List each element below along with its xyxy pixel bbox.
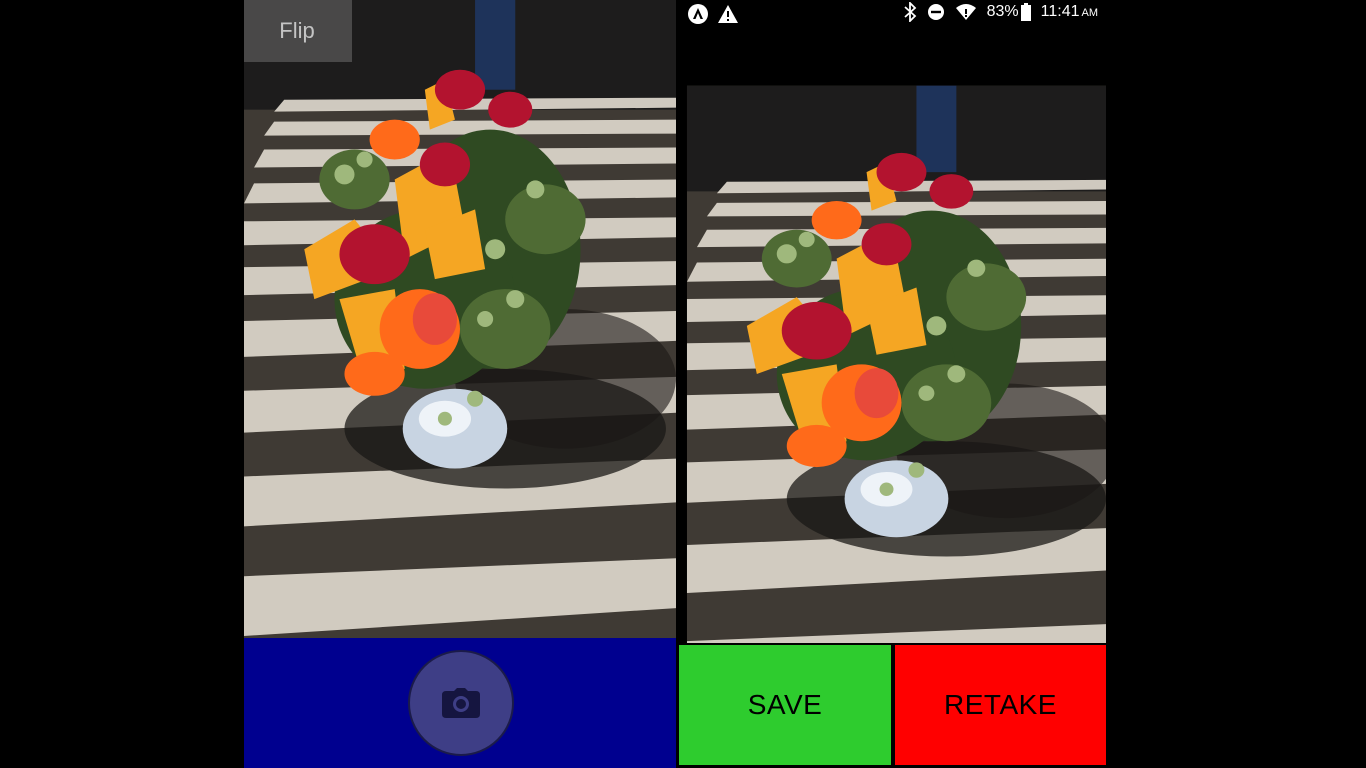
retake-button[interactable]: RETAKE — [895, 645, 1106, 765]
battery-icon — [1020, 3, 1031, 21]
camera-screen: Flip — [244, 0, 676, 768]
clock-ampm: AM — [1081, 7, 1099, 19]
save-button[interactable]: SAVE — [679, 645, 891, 765]
status-clock: 11:41 AM — [1041, 3, 1098, 21]
warning-icon — [718, 5, 738, 23]
clock-time: 11:41 — [1040, 3, 1080, 20]
shutter-button[interactable] — [408, 650, 514, 756]
preview-screen: 83% 11:41 AM SAVE RETAKE — [677, 0, 1106, 768]
flip-camera-button[interactable]: Flip — [244, 0, 352, 62]
wifi-icon — [955, 4, 976, 20]
app-notification-icon — [688, 4, 708, 24]
preview-actions: SAVE RETAKE — [677, 643, 1106, 768]
capture-bar — [244, 638, 676, 768]
captured-photo-preview — [677, 28, 1106, 643]
camera-icon — [442, 688, 480, 718]
camera-viewfinder — [244, 0, 676, 638]
do-not-disturb-icon — [927, 4, 944, 20]
status-bar: 83% 11:41 AM — [677, 0, 1106, 28]
bluetooth-icon — [904, 2, 916, 22]
screen-stage: Flip 83% 11:41 AM SAVE RETAKE — [0, 0, 1366, 768]
battery-percent: 83% — [986, 3, 1019, 20]
